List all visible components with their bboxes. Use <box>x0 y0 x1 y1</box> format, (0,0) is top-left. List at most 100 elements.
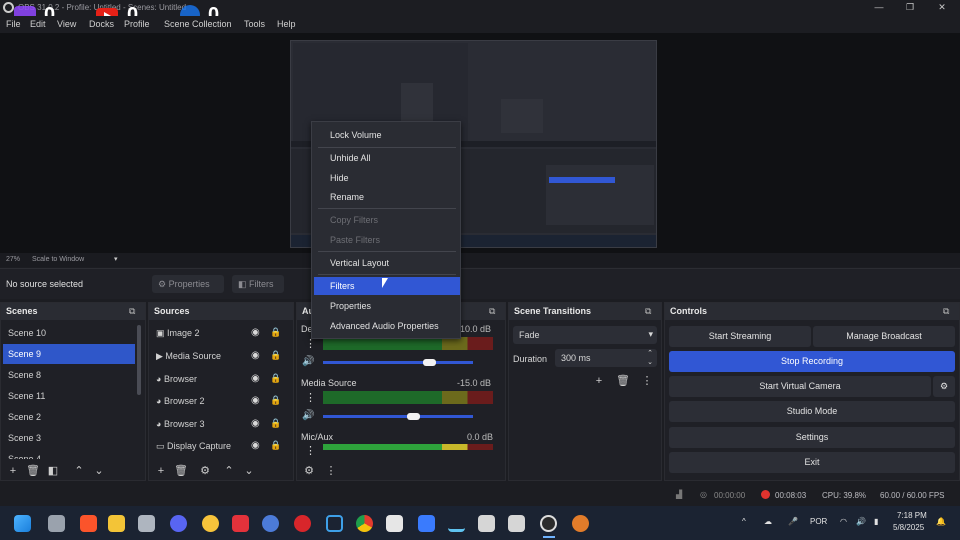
source-item[interactable]: ▶ Media Source <box>151 346 289 366</box>
transition-select[interactable]: Fade ▾ <box>513 326 657 344</box>
eye-icon[interactable]: ◉ <box>251 327 260 338</box>
menu-item-unhide-all[interactable]: Unhide All <box>314 149 460 167</box>
undock-icon[interactable]: ⧉ <box>943 306 955 316</box>
add-scene-button[interactable]: + <box>5 463 21 479</box>
battery-icon[interactable]: ▮ <box>874 517 878 526</box>
scene-item[interactable]: Scene 2 <box>3 407 135 427</box>
eye-icon[interactable]: ◉ <box>251 395 260 406</box>
obs-app-icon[interactable] <box>540 515 557 532</box>
lock-icon[interactable]: 🔒 <box>270 373 281 384</box>
source-item[interactable]: ▭ Display Capture <box>151 436 289 456</box>
start-streaming-button[interactable]: Start Streaming <box>669 326 811 347</box>
scene-filters-button[interactable]: ◧ <box>45 463 61 479</box>
app-icon[interactable] <box>326 515 343 532</box>
windows-start-icon[interactable] <box>14 515 31 532</box>
roblox-icon[interactable] <box>386 515 403 532</box>
app-icon[interactable] <box>418 515 435 532</box>
move-down-button[interactable]: ⌄ <box>241 463 257 479</box>
mixer-settings-button[interactable]: ⚙ <box>301 463 317 479</box>
pdf-app-icon[interactable] <box>232 515 249 532</box>
lock-icon[interactable]: 🔒 <box>270 350 281 361</box>
chrome-icon[interactable] <box>356 515 373 532</box>
menu-scene-collection[interactable]: Scene Collection <box>164 19 232 29</box>
remove-scene-button[interactable]: 🗑 <box>25 463 41 479</box>
stop-recording-button[interactable]: Stop Recording <box>669 351 955 372</box>
notification-bell-icon[interactable]: 🔔 <box>936 517 946 526</box>
scrollbar[interactable] <box>137 325 141 395</box>
menu-item-vertical-layout[interactable]: Vertical Layout <box>314 254 460 272</box>
duration-input[interactable]: 300 ms ⌃ ⌄ <box>555 349 657 367</box>
filters-button[interactable]: ◧ Filters <box>232 275 284 293</box>
app-icon[interactable] <box>448 515 465 532</box>
volume-slider-knob[interactable] <box>423 359 436 366</box>
menu-item-properties[interactable]: Properties <box>314 297 460 315</box>
lock-icon[interactable]: 🔒 <box>270 395 281 406</box>
volume-slider-knob[interactable] <box>407 413 420 420</box>
scale-mode-select[interactable]: Scale to Window <box>32 256 84 263</box>
bulb-app-icon[interactable] <box>202 515 219 532</box>
scene-item-selected[interactable]: Scene 9 <box>3 344 135 364</box>
discord-icon[interactable] <box>170 515 187 532</box>
wifi-icon[interactable]: ◠ <box>840 517 847 526</box>
mixer-menu-button[interactable]: ⋮ <box>323 463 339 479</box>
menu-item-advanced-audio-properties[interactable]: Advanced Audio Properties <box>314 317 460 335</box>
source-item[interactable]: ▣ Image 2 <box>151 323 289 343</box>
settings-button[interactable]: Settings <box>669 427 955 448</box>
folder-icon[interactable] <box>108 515 125 532</box>
menu-item-lock-volume[interactable]: Lock Volume <box>314 126 460 144</box>
transition-menu-button[interactable]: ⋮ <box>639 373 655 389</box>
lock-icon[interactable]: 🔒 <box>270 418 281 429</box>
undock-icon[interactable]: ⧉ <box>645 306 657 316</box>
menu-file[interactable]: File <box>6 19 21 29</box>
move-up-button[interactable]: ⌃ <box>221 463 237 479</box>
volume-slider-track[interactable] <box>323 361 473 364</box>
scene-item[interactable]: Scene 4 <box>3 449 135 459</box>
language-indicator[interactable]: POR <box>810 517 827 526</box>
clock-time[interactable]: 7:18 PM <box>897 511 927 520</box>
menu-docks[interactable]: Docks <box>89 19 114 29</box>
undock-icon[interactable]: ⧉ <box>129 306 141 316</box>
file-explorer-app-icon[interactable] <box>48 515 65 532</box>
cloud-icon[interactable]: ☁ <box>764 517 772 526</box>
studio-mode-button[interactable]: Studio Mode <box>669 401 955 422</box>
eye-icon[interactable]: ◉ <box>251 350 260 361</box>
start-virtual-camera-button[interactable]: Start Virtual Camera <box>669 376 931 397</box>
add-source-button[interactable]: + <box>153 463 169 479</box>
virtual-camera-settings-button[interactable]: ⚙ <box>933 376 955 397</box>
move-down-button[interactable]: ⌄ <box>91 463 107 479</box>
eye-icon[interactable]: ◉ <box>251 440 260 451</box>
menu-item-hide[interactable]: Hide <box>314 169 460 187</box>
exit-button[interactable]: Exit <box>669 452 955 473</box>
scene-item[interactable]: Scene 8 <box>3 365 135 385</box>
eye-icon[interactable]: ◉ <box>251 418 260 429</box>
scene-item[interactable]: Scene 11 <box>3 386 135 406</box>
scene-item[interactable]: Scene 10 <box>3 323 135 343</box>
menu-help[interactable]: Help <box>277 19 296 29</box>
add-transition-button[interactable]: + <box>591 373 607 389</box>
source-item[interactable]: ◕ Browser 2 <box>151 391 289 411</box>
lock-icon[interactable]: 🔒 <box>270 440 281 451</box>
properties-button[interactable]: ⚙ Properties <box>152 275 224 293</box>
move-up-button[interactable]: ⌃ <box>71 463 87 479</box>
brave-browser-icon[interactable] <box>80 515 97 532</box>
channel-menu-icon[interactable]: ⋮ <box>305 391 316 404</box>
lock-icon[interactable]: 🔒 <box>270 327 281 338</box>
volume-slider-track[interactable] <box>323 415 473 418</box>
stepper-icon[interactable]: ⌃ ⌄ <box>647 349 653 367</box>
chevron-up-icon[interactable]: ^ <box>742 517 746 526</box>
remove-source-button[interactable]: 🗑 <box>173 463 189 479</box>
remove-transition-button[interactable]: 🗑 <box>615 373 631 389</box>
menu-item-rename[interactable]: Rename <box>314 188 460 206</box>
scene-item[interactable]: Scene 3 <box>3 428 135 448</box>
manage-broadcast-button[interactable]: Manage Broadcast <box>813 326 955 347</box>
undock-icon[interactable]: ⧉ <box>489 306 501 316</box>
app-icon[interactable] <box>138 515 155 532</box>
app-icon[interactable] <box>572 515 589 532</box>
app-icon[interactable] <box>294 515 311 532</box>
volume-icon[interactable]: 🔊 <box>856 517 866 526</box>
menu-view[interactable]: View <box>57 19 76 29</box>
app-icon[interactable] <box>508 515 525 532</box>
minimize-button[interactable]: — <box>872 2 886 14</box>
app-icon[interactable] <box>262 515 279 532</box>
menu-tools[interactable]: Tools <box>244 19 265 29</box>
